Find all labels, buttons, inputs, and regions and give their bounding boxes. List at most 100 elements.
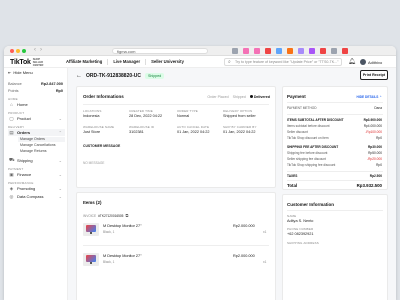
window-controls xyxy=(10,49,26,53)
nav-live-manager[interactable]: Live Manager xyxy=(113,59,140,65)
nav-seller-university[interactable]: Seller University xyxy=(151,59,184,65)
nav-affiliate-marketing[interactable]: Affiliate Marketing xyxy=(66,59,102,65)
ship-by-label: SHIP BY CARRIER BY xyxy=(223,125,257,129)
shipping-sub-row-value: -Rp20.000 xyxy=(367,157,382,161)
created-time-label: CREATED TIME xyxy=(129,109,153,113)
warehouse-name-value: Just Store xyxy=(83,130,101,134)
sidebar-sub-manage-returns[interactable]: Manage Returns xyxy=(18,149,65,154)
item-name[interactable]: M Desktop Monitor 27" xyxy=(103,254,142,258)
items-subtotal-label: ITEMS SUBTOTAL AFTER DISCOUNT xyxy=(287,118,344,122)
sidebar-item-home[interactable]: ⌂ Home xyxy=(8,101,65,108)
truck-icon: ⛟ xyxy=(9,157,15,162)
back-arrow-icon[interactable]: ← xyxy=(76,73,82,79)
url-bar[interactable]: figma.com xyxy=(112,48,208,54)
tab-icon[interactable] xyxy=(243,48,249,54)
sidebar-item-finance[interactable]: ▣ Finance ⌄ xyxy=(8,171,65,178)
delivery-option-label: DELIVERY OPTION xyxy=(223,109,253,113)
items-sub-row-value: Rp0 xyxy=(376,136,382,140)
items-card: Items (2) INVOICE #TK27120016505 ⧉ M Des… xyxy=(76,192,276,300)
balance-value: Rp2.847.000 xyxy=(41,82,63,86)
tiktok-shop-logo[interactable]: TikTok SHOP SELLER CENTER xyxy=(10,58,51,67)
maximize-window-button[interactable] xyxy=(22,49,26,53)
search-input[interactable]: ⌕ Try to type feature of keyword like "U… xyxy=(224,58,342,66)
hide-details-link[interactable]: HIDE DETAILS ⌃ xyxy=(357,95,382,99)
browser-window: ‹ › figma.com TikTok SHOP SELLER CENTER … xyxy=(4,46,396,300)
shipping-sub-row: Seller shipping fee discount -Rp20.000 xyxy=(287,157,382,162)
chevron-up-icon: ⌃ xyxy=(58,130,62,135)
back-arrow-icon[interactable]: ‹ xyxy=(34,47,36,53)
item-quantity: x1 xyxy=(263,230,267,234)
logo-subtitle: SHOP SELLER CENTER xyxy=(32,58,44,67)
shipping-sub-row-label: Seller shipping fee discount xyxy=(287,157,326,161)
close-window-button[interactable] xyxy=(10,49,14,53)
step-delivered: Delivered xyxy=(249,95,270,99)
step-shipped: Shipped xyxy=(232,95,246,99)
tab-icon[interactable] xyxy=(331,48,337,54)
item-name[interactable]: M Desktop Monitor 27" xyxy=(103,224,142,228)
tab-icon[interactable] xyxy=(254,48,260,54)
tab-icon[interactable] xyxy=(276,48,282,54)
item-variant: Black, 1 xyxy=(103,260,115,264)
collapse-icon: ⇤ xyxy=(8,70,12,75)
shipping-sub-row-label: Shipping fee before discount xyxy=(287,151,328,155)
shipping-sub-row-label: TikTok Shop shipping fee discount xyxy=(287,163,336,167)
items-sub-row: Items subtotal before discount Rp4.000.0… xyxy=(287,124,382,129)
items-sub-row-value: Rp4.000.000 xyxy=(363,124,382,128)
tab-icon[interactable] xyxy=(342,48,348,54)
hide-menu-button[interactable]: ⇤ Hide Menu xyxy=(8,70,33,75)
bell-icon[interactable]: 🔔︎ xyxy=(348,58,356,65)
phone-number-label: PHONE NUMBER xyxy=(287,227,314,231)
items-sub-row: Seller discount -Rp100.000 xyxy=(287,130,382,135)
divider xyxy=(287,102,383,103)
step-order-placed: Order Placed xyxy=(207,95,229,99)
tab-icon[interactable] xyxy=(232,48,238,54)
avatar[interactable] xyxy=(360,59,366,65)
customer-info-title: Customer Information xyxy=(287,202,335,207)
minimize-window-button[interactable] xyxy=(16,49,20,53)
chevron-down-icon: ⌄ xyxy=(58,186,62,191)
tab-icon[interactable] xyxy=(298,48,304,54)
sidebar-item-label: Product xyxy=(17,116,31,121)
sidebar-item-shipping[interactable]: ⛟ Shipping ⌄ xyxy=(8,157,65,164)
sidebar-item-label: Finance xyxy=(17,172,32,177)
user-name[interactable]: Adithivo xyxy=(368,60,382,65)
items-sub-row-value: -Rp100.000 xyxy=(365,130,382,134)
divider xyxy=(287,171,383,172)
nav-divider xyxy=(145,59,147,65)
monitor-image xyxy=(86,255,96,262)
shipping-address-label: SHIPPING ADDRESS xyxy=(287,241,319,245)
tab-icons xyxy=(232,48,348,54)
order-type-label: ORDER TYPE xyxy=(177,109,198,113)
payment-title: Payment xyxy=(287,94,306,99)
auto-cancel-label: AUTO CANCEL DATE xyxy=(177,125,210,129)
sidebar-item-label: Orders xyxy=(17,130,31,135)
item-price: Rp2.000.000 xyxy=(233,224,255,228)
print-receipt-button[interactable]: Print Receipt xyxy=(360,70,388,80)
items-sub-row: TikTok Shop discount on item Rp0 xyxy=(287,136,382,141)
items-sub-row-label: Items subtotal before discount xyxy=(287,124,330,128)
divider xyxy=(287,114,383,115)
shipping-sub-row-value: Rp0 xyxy=(376,163,382,167)
chevron-down-icon: ⌄ xyxy=(58,194,62,199)
copy-icon[interactable]: ⧉ xyxy=(125,213,128,218)
tab-icon[interactable] xyxy=(287,48,293,54)
tab-icon[interactable] xyxy=(320,48,326,54)
sidebar-item-label: Promoting xyxy=(17,186,36,191)
shipping-sub-row-value: Rp50.000 xyxy=(368,151,382,155)
taxes-value: Rp2.500 xyxy=(369,174,382,178)
item-variant: Black, 1 xyxy=(103,230,115,234)
payment-method-row: PAYMENT METHOD Dana xyxy=(287,106,382,111)
sidebar-item-product[interactable]: ▢ Product ⌄ xyxy=(8,115,65,122)
order-id: ORD-TK-912838820-UC xyxy=(86,73,142,79)
tab-icon[interactable] xyxy=(265,48,271,54)
tab-icon[interactable] xyxy=(309,48,315,54)
warehouse-name-label: WAREHOUSE NAME xyxy=(83,125,115,129)
sidebar-item-orders[interactable]: ▤ Orders ⌃ xyxy=(8,129,65,136)
customer-name-value: Aditya S. Nento xyxy=(287,219,314,223)
sidebar-item-data-compass[interactable]: ◎ Data Compass ⌄ xyxy=(8,193,65,200)
forward-arrow-icon[interactable]: › xyxy=(40,47,42,53)
sidebar-sub-manage-cancellations[interactable]: Manage Cancellations xyxy=(18,143,65,148)
home-icon: ⌂ xyxy=(10,102,13,107)
sidebar-sub-manage-orders[interactable]: Manage Orders xyxy=(18,137,65,142)
sidebar-item-promoting[interactable]: ◈ Promoting ⌄ xyxy=(8,185,65,192)
